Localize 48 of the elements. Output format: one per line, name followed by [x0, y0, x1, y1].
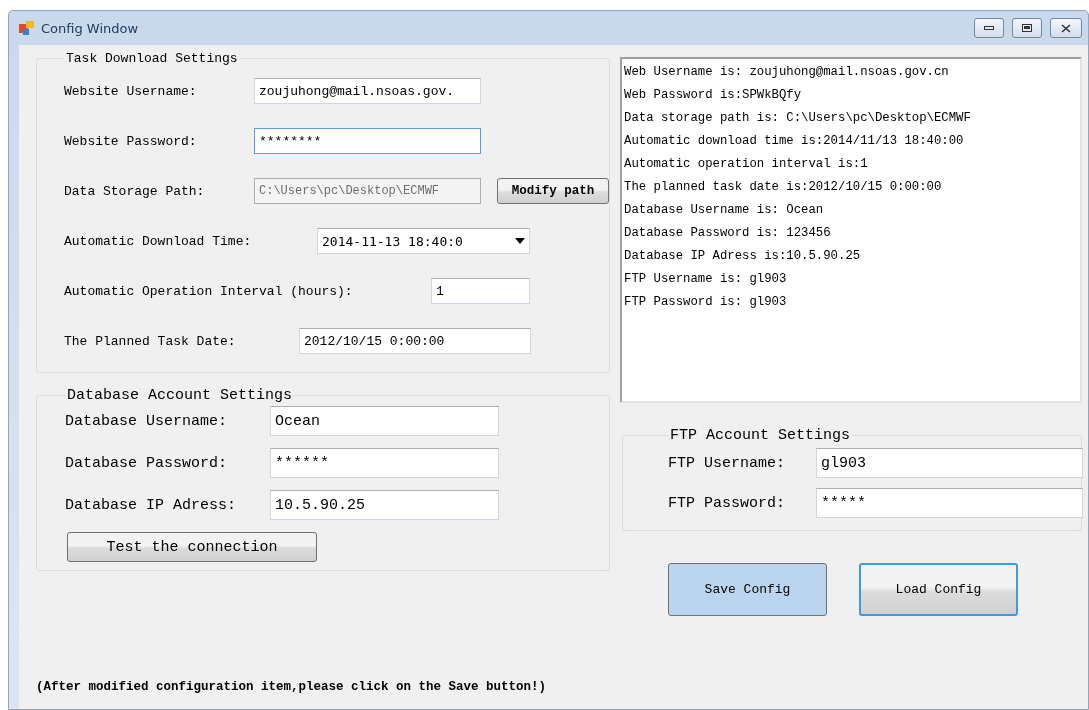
input-field[interactable]: gl903 [816, 448, 1083, 478]
input-field[interactable]: Ocean [270, 406, 499, 436]
maximize-button[interactable] [1012, 18, 1042, 38]
input-field[interactable]: 10.5.90.25 [270, 490, 499, 520]
log-line: Web Password is:SPWkBQfy [624, 87, 803, 104]
field-label: Database Password: [65, 454, 229, 472]
log-line: Automatic download time is:2014/11/13 18:40:00 [624, 133, 965, 150]
close-icon [1061, 23, 1071, 33]
maximize-icon [1022, 24, 1032, 32]
field-label: Automatic Operation Interval (hours): [64, 283, 354, 299]
config-button[interactable]: Save Config [668, 563, 827, 616]
datetime-picker[interactable]: 2014-11-13 18:40:0 [317, 228, 530, 254]
field-label: FTP Password: [668, 494, 787, 512]
input-field[interactable]: 2012/10/15 0:00:00 [299, 328, 531, 354]
footer-note: (After modified configuration item,please click on the Save button!) [36, 680, 547, 694]
log-line: The planned task date is:2012/10/15 0:00:00 [624, 179, 943, 196]
log-line: Database IP Adress is:10.5.90.25 [624, 248, 862, 265]
minimize-icon [984, 26, 994, 30]
input-field[interactable]: zoujuhong@mail.nsoas.gov. [254, 78, 481, 104]
config-button[interactable]: Load Config [859, 563, 1018, 616]
field-label: FTP Username: [668, 454, 787, 472]
log-line: FTP Username is: gl903 [624, 271, 788, 288]
log-line: Database Password is: 123456 [624, 225, 832, 242]
minimize-button[interactable] [974, 18, 1004, 38]
input-field[interactable]: 1 [431, 278, 530, 304]
input-field[interactable]: ****** [270, 448, 499, 478]
log-line: Database Username is: Ocean [624, 202, 825, 219]
test-connection-button[interactable]: Test the connection [67, 532, 317, 562]
dropdown-arrow-icon [515, 238, 525, 244]
close-button[interactable] [1050, 18, 1082, 38]
field-label: Automatic Download Time: [64, 233, 253, 249]
field-label: Website Username: [64, 83, 198, 99]
group-title: Task Download Settings [65, 51, 239, 66]
group-title: Database Account Settings [66, 387, 294, 404]
log-line: Web Username is: zoujuhong@mail.nsoas.gov.cn [624, 64, 950, 81]
app-icon [19, 20, 35, 36]
field-label: Database IP Adress: [65, 496, 238, 514]
field-label: The Planned Task Date: [64, 333, 237, 349]
field-label: Database Username: [65, 412, 229, 430]
input-field[interactable]: ******** [254, 128, 481, 154]
log-line: FTP Password is: gl903 [624, 294, 788, 311]
log-line: Automatic operation interval is:1 [624, 156, 869, 173]
window-title: Config Window [41, 20, 140, 36]
field-label: Data Storage Path: [64, 183, 206, 199]
field-label: Website Password: [64, 133, 198, 149]
group-title: FTP Account Settings [669, 427, 852, 444]
input-field[interactable]: ***** [816, 488, 1083, 518]
log-line: Data storage path is: C:\Users\pc\Desktop\ECMWF [624, 110, 972, 127]
